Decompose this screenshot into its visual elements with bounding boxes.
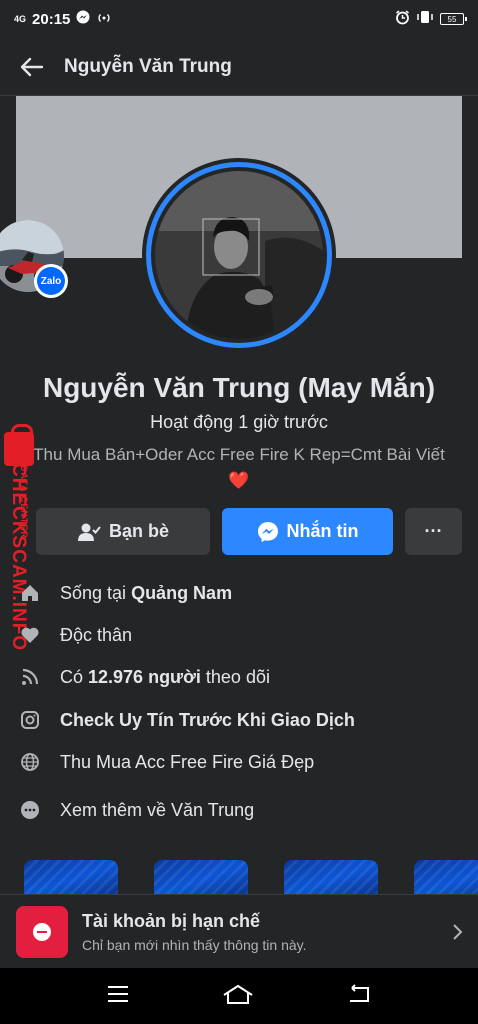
- profile-name: Nguyễn Văn Trung (May Mắn): [42, 372, 436, 403]
- arrow-left-icon: [20, 57, 44, 76]
- profile-content: Zalo Nguyễn Văn Trung (May Mắn) Hoạt độn…: [0, 96, 478, 894]
- home-icon: [0, 583, 60, 603]
- lock-icon: [4, 424, 34, 466]
- profile-bio: Thu Mua Bán+Oder Acc Free Fire K Rep=Cmt…: [33, 445, 445, 490]
- system-nav-bar: [0, 968, 478, 1024]
- info-website-text: Thu Mua Acc Free Fire Giá Đẹp: [60, 751, 315, 772]
- info-relationship: Độc thân: [0, 615, 478, 655]
- photo-thumbnail[interactable]: [284, 860, 378, 894]
- home-nav-button[interactable]: [221, 983, 255, 1010]
- message-button-label: Nhắn tin: [286, 521, 359, 541]
- header-title: Nguyễn Văn Trung: [64, 55, 232, 77]
- info-relationship-text: Độc thân: [60, 624, 133, 645]
- restricted-texts: Tài khoản bị hạn chế Chỉ bạn mới nhìn th…: [82, 911, 438, 953]
- hotspot-icon: [96, 11, 112, 28]
- status-time: 20:15: [32, 10, 71, 28]
- minus-circle-icon: [33, 922, 51, 941]
- zalo-label: Zalo: [37, 267, 65, 295]
- heart-icon: [0, 626, 60, 644]
- info-instagram-text: Check Uy Tín Trước Khi Giao Dịch: [60, 709, 355, 730]
- vibrate-icon: [416, 10, 434, 28]
- status-right: 55: [395, 9, 467, 29]
- status-bar: 4G 20:15 55: [0, 0, 478, 38]
- status-left: 4G 20:15: [14, 10, 112, 28]
- restricted-account-banner[interactable]: Tài khoản bị hạn chế Chỉ bạn mới nhìn th…: [0, 894, 478, 968]
- top-app-bar: Nguyễn Văn Trung: [0, 38, 478, 96]
- see-more-text: Xem thêm về Văn Trung: [60, 799, 255, 820]
- back-nav-button[interactable]: [346, 983, 372, 1009]
- active-status: Hoạt động 1 giờ trước: [150, 412, 328, 432]
- see-more-about[interactable]: Xem thêm về Văn Trung: [0, 790, 478, 830]
- menu-nav-button[interactable]: [106, 985, 130, 1008]
- action-buttons: Bạn bè Nhắn tin ···: [16, 508, 462, 556]
- zalo-badge: Zalo: [34, 264, 68, 298]
- info-followers[interactable]: Có 12.976 người theo dõi: [0, 657, 478, 697]
- more-options-button[interactable]: ···: [405, 508, 462, 555]
- friend-check-icon: [77, 523, 101, 541]
- messenger-icon: [257, 521, 278, 542]
- back-button[interactable]: [0, 38, 64, 96]
- instagram-icon: [0, 710, 60, 730]
- messenger-icon: [76, 10, 90, 28]
- globe-icon: [0, 752, 60, 772]
- chevron-right-icon: [438, 923, 478, 941]
- battery-icon: 55: [440, 13, 467, 25]
- info-instagram[interactable]: Check Uy Tín Trước Khi Giao Dịch: [0, 700, 478, 740]
- rss-icon: [0, 667, 60, 687]
- restricted-icon: [16, 905, 68, 958]
- more-dots-icon: [0, 800, 60, 820]
- info-lives-text: Sống tại Quảng Nam: [60, 582, 233, 603]
- info-lives-in[interactable]: Sống tại Quảng Nam: [0, 573, 478, 613]
- message-button[interactable]: Nhắn tin: [222, 508, 393, 555]
- home-outline-icon: [223, 984, 253, 1004]
- photo-thumbnail[interactable]: [24, 860, 118, 894]
- restricted-subtitle: Chỉ bạn mới nhìn thấy thông tin này.: [82, 936, 307, 953]
- alarm-icon: [395, 9, 410, 29]
- friends-button-label: Bạn bè: [108, 521, 169, 541]
- photo-thumbnail[interactable]: [414, 860, 478, 894]
- friends-button[interactable]: Bạn bè: [36, 508, 210, 555]
- story-ring: [146, 162, 332, 348]
- menu-icon: [107, 985, 128, 1002]
- avatar-photo: [155, 171, 323, 339]
- info-website[interactable]: Thu Mua Acc Free Fire Giá Đẹp: [0, 742, 478, 782]
- info-followers-text: Có 12.976 người theo dõi: [60, 666, 270, 687]
- photo-thumbnail[interactable]: [154, 860, 248, 894]
- profile-avatar[interactable]: [142, 158, 336, 352]
- return-icon: [350, 983, 370, 1002]
- network-indicator: 4G: [14, 14, 27, 24]
- restricted-title: Tài khoản bị hạn chế: [82, 910, 261, 931]
